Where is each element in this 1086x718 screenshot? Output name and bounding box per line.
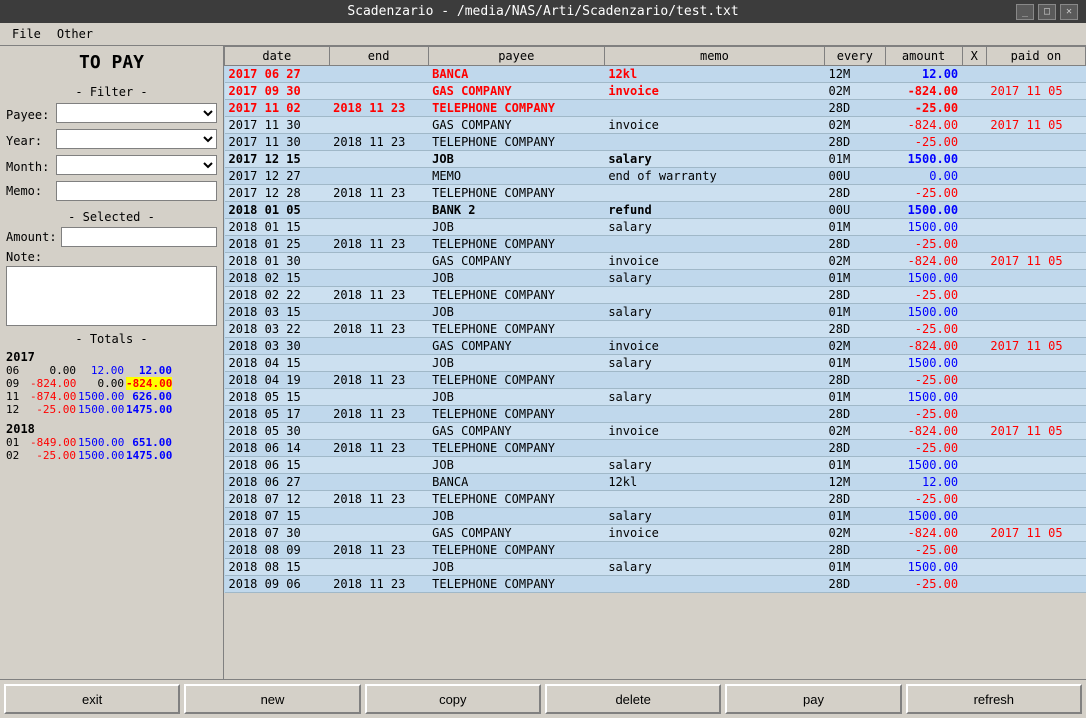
- totals-year-2018: 2018: [6, 422, 217, 436]
- title-text: Scadenzario - /media/NAS/Arti/Scadenzari…: [347, 4, 738, 19]
- month-row: Month:: [6, 155, 217, 178]
- right-panel: date end payee memo every amount X paid …: [224, 46, 1086, 679]
- table-row[interactable]: 2018 05 172018 11 23TELEPHONE COMPANY28D…: [225, 406, 1086, 423]
- col-every[interactable]: every: [825, 47, 886, 66]
- table-row[interactable]: 2017 11 302018 11 23TELEPHONE COMPANY28D…: [225, 134, 1086, 151]
- table-container[interactable]: date end payee memo every amount X paid …: [224, 46, 1086, 679]
- copy-button[interactable]: copy: [365, 684, 541, 714]
- amount-label: Amount:: [6, 230, 61, 244]
- delete-button[interactable]: delete: [545, 684, 721, 714]
- table-row[interactable]: 2018 09 062018 11 23TELEPHONE COMPANY28D…: [225, 576, 1086, 593]
- totals-row-2017-11: 11 -874.00 1500.00 626.00: [6, 390, 217, 403]
- table-row[interactable]: 2018 04 15JOBsalary01M1500.00: [225, 355, 1086, 372]
- payee-label: Payee:: [6, 108, 56, 122]
- table-row[interactable]: 2018 06 142018 11 23TELEPHONE COMPANY28D…: [225, 440, 1086, 457]
- filter-label: - Filter -: [6, 85, 217, 99]
- menubar: File Other: [0, 23, 1086, 46]
- table-row[interactable]: 2018 05 30GAS COMPANYinvoice02M-824.0020…: [225, 423, 1086, 440]
- payee-select[interactable]: [56, 103, 217, 123]
- close-button[interactable]: ✕: [1060, 4, 1078, 20]
- totals-row-2017-09: 09 -824.00 0.00 -824.00: [6, 377, 217, 390]
- pay-button[interactable]: pay: [725, 684, 901, 714]
- year-2018-label: 2018: [6, 422, 28, 436]
- col-end[interactable]: end: [329, 47, 428, 66]
- table-row[interactable]: 2018 01 30GAS COMPANYinvoice02M-824.0020…: [225, 253, 1086, 270]
- month-label: Month:: [6, 160, 56, 174]
- month-select[interactable]: [56, 155, 217, 175]
- bottom-bar: exit new copy delete pay refresh: [0, 679, 1086, 718]
- totals-2018: 2018 01 -849.00 1500.00 651.00 02 -25.00…: [6, 422, 217, 462]
- exit-button[interactable]: exit: [4, 684, 180, 714]
- table-row[interactable]: 2018 06 27BANCA12kl12M12.00: [225, 474, 1086, 491]
- table-row[interactable]: 2018 04 192018 11 23TELEPHONE COMPANY28D…: [225, 372, 1086, 389]
- minimize-button[interactable]: _: [1016, 4, 1034, 20]
- main-table: date end payee memo every amount X paid …: [224, 46, 1086, 593]
- totals-year-2017: 2017: [6, 350, 217, 364]
- new-button[interactable]: new: [184, 684, 360, 714]
- table-row[interactable]: 2017 06 27BANCA12kl12M12.00: [225, 66, 1086, 83]
- window-controls: _ □ ✕: [1016, 4, 1078, 20]
- table-row[interactable]: 2018 07 15JOBsalary01M1500.00: [225, 508, 1086, 525]
- note-label: Note:: [6, 250, 217, 264]
- payee-row: Payee:: [6, 103, 217, 126]
- menu-file[interactable]: File: [4, 25, 49, 43]
- col-amount[interactable]: amount: [885, 47, 962, 66]
- amount-input[interactable]: 1500.00: [61, 227, 217, 247]
- menu-other[interactable]: Other: [49, 25, 101, 43]
- table-row[interactable]: 2018 06 15JOBsalary01M1500.00: [225, 457, 1086, 474]
- totals-2017: 2017 06 0.00 12.00 12.00 09 -824.00 0.00…: [6, 350, 217, 416]
- totals-label: - Totals -: [6, 332, 217, 346]
- col-memo[interactable]: memo: [604, 47, 824, 66]
- note-textarea[interactable]: [6, 266, 217, 326]
- table-row[interactable]: 2018 07 122018 11 23TELEPHONE COMPANY28D…: [225, 491, 1086, 508]
- left-panel: TO PAY - Filter - Payee: Year: Month: Me…: [0, 46, 224, 679]
- table-row[interactable]: 2018 02 222018 11 23TELEPHONE COMPANY28D…: [225, 287, 1086, 304]
- year-select[interactable]: [56, 129, 217, 149]
- table-row[interactable]: 2018 08 092018 11 23TELEPHONE COMPANY28D…: [225, 542, 1086, 559]
- table-row[interactable]: 2018 07 30GAS COMPANYinvoice02M-824.0020…: [225, 525, 1086, 542]
- col-paid-on[interactable]: paid on: [986, 47, 1085, 66]
- table-row[interactable]: 2018 02 15JOBsalary01M1500.00: [225, 270, 1086, 287]
- table-row[interactable]: 2017 12 27MEMOend of warranty00U0.00: [225, 168, 1086, 185]
- table-row[interactable]: 2018 03 15JOBsalary01M1500.00: [225, 304, 1086, 321]
- totals-row-2018-01: 01 -849.00 1500.00 651.00: [6, 436, 217, 449]
- table-row[interactable]: 2018 05 15JOBsalary01M1500.00: [225, 389, 1086, 406]
- table-row[interactable]: 2017 12 15JOBsalary01M1500.00: [225, 151, 1086, 168]
- col-x[interactable]: X: [962, 47, 986, 66]
- refresh-button[interactable]: refresh: [906, 684, 1082, 714]
- table-row[interactable]: 2017 12 282018 11 23TELEPHONE COMPANY28D…: [225, 185, 1086, 202]
- titlebar: Scadenzario - /media/NAS/Arti/Scadenzari…: [0, 0, 1086, 23]
- table-row[interactable]: 2017 11 022018 11 23TELEPHONE COMPANY28D…: [225, 100, 1086, 117]
- table-body: 2017 06 27BANCA12kl12M12.002017 09 30GAS…: [225, 66, 1086, 593]
- table-row[interactable]: 2018 03 30GAS COMPANYinvoice02M-824.0020…: [225, 338, 1086, 355]
- year-label: Year:: [6, 134, 56, 148]
- table-header-row: date end payee memo every amount X paid …: [225, 47, 1086, 66]
- totals-row-2018-02: 02 -25.00 1500.00 1475.00: [6, 449, 217, 462]
- table-row[interactable]: 2017 11 30GAS COMPANYinvoice02M-824.0020…: [225, 117, 1086, 134]
- table-row[interactable]: 2018 01 05BANK 2refund00U1500.00: [225, 202, 1086, 219]
- selected-label: - Selected -: [6, 210, 217, 224]
- main-area: TO PAY - Filter - Payee: Year: Month: Me…: [0, 46, 1086, 679]
- memo-input[interactable]: [56, 181, 217, 201]
- amount-row: Amount: 1500.00: [6, 227, 217, 247]
- year-2017-label: 2017: [6, 350, 28, 364]
- table-row[interactable]: 2018 08 15JOBsalary01M1500.00: [225, 559, 1086, 576]
- totals-row-2017-06: 06 0.00 12.00 12.00: [6, 364, 217, 377]
- year-row: Year:: [6, 129, 217, 152]
- table-row[interactable]: 2018 01 252018 11 23TELEPHONE COMPANY28D…: [225, 236, 1086, 253]
- memo-row: Memo:: [6, 181, 217, 201]
- panel-title: TO PAY: [6, 52, 217, 73]
- col-payee[interactable]: payee: [428, 47, 604, 66]
- col-date[interactable]: date: [225, 47, 330, 66]
- memo-label: Memo:: [6, 184, 56, 198]
- maximize-button[interactable]: □: [1038, 4, 1056, 20]
- totals-row-2017-12: 12 -25.00 1500.00 1475.00: [6, 403, 217, 416]
- table-row[interactable]: 2018 03 222018 11 23TELEPHONE COMPANY28D…: [225, 321, 1086, 338]
- table-row[interactable]: 2018 01 15JOBsalary01M1500.00: [225, 219, 1086, 236]
- table-row[interactable]: 2017 09 30GAS COMPANYinvoice02M-824.0020…: [225, 83, 1086, 100]
